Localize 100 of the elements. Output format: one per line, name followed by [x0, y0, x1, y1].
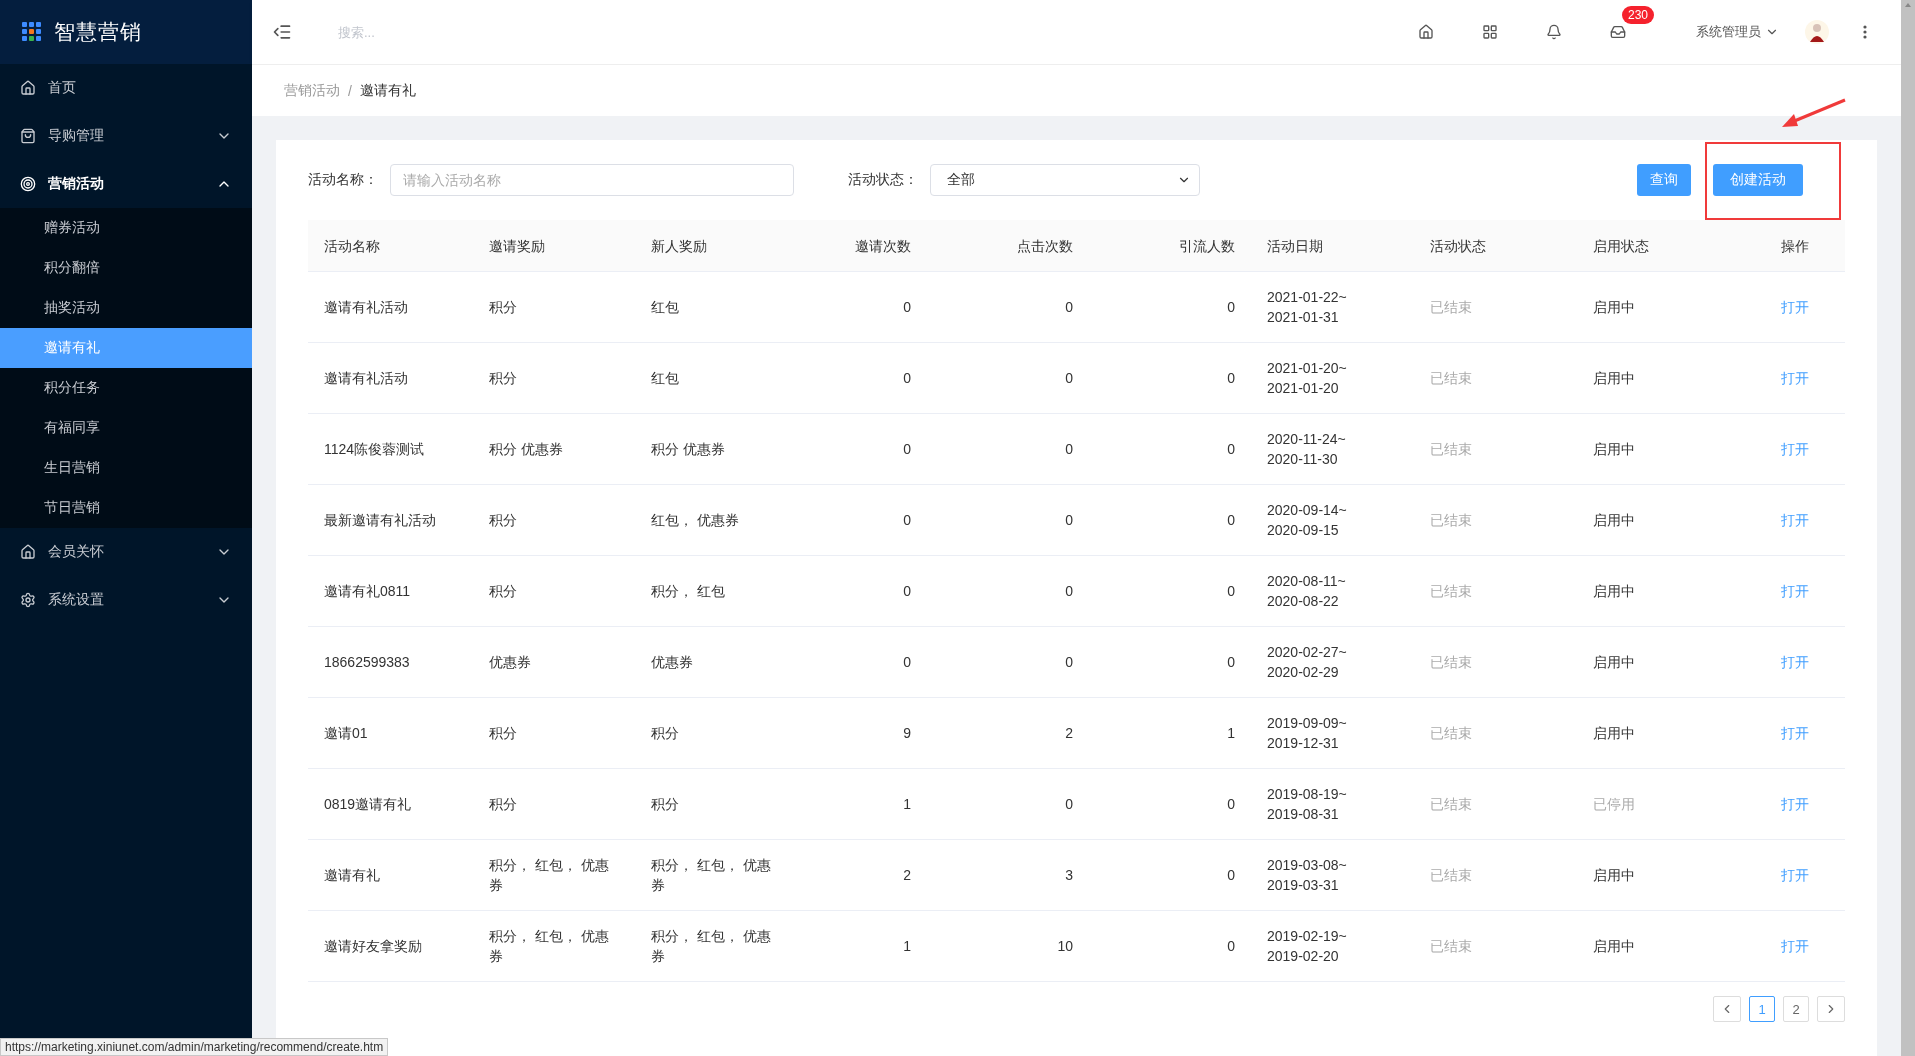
table-cell-text: 启用中: [1592, 866, 1636, 885]
more-icon: [1863, 25, 1867, 39]
table-cell-text: 启用中: [1592, 369, 1636, 388]
table-cell-text: 0: [1226, 653, 1236, 672]
table-cell-text: 1: [902, 795, 912, 814]
table-cell-text: 邀请好友拿奖励: [323, 937, 423, 956]
table-cell-text: 红包: [650, 369, 680, 388]
table-cell-text: 0: [1064, 440, 1074, 459]
table-cell-text: 2: [902, 866, 912, 885]
menu-toggle-icon[interactable]: [272, 22, 292, 42]
table-cell-text: 邀请01: [323, 724, 369, 743]
input-field[interactable]: 请输入活动名称: [390, 164, 794, 196]
table-cell-text: 10: [1056, 937, 1074, 956]
table-cell-text: 0: [1064, 298, 1074, 317]
table-cell-text: 积分， 红包， 优惠券: [650, 856, 772, 895]
table-cell-text: 已结束: [1429, 724, 1473, 743]
table-cell-text: 优惠券: [488, 653, 532, 672]
submenu-item[interactable]: 节日营销: [0, 488, 252, 528]
sidebar-item[interactable]: 导购管理: [0, 112, 252, 160]
table-cell-text: 积分: [488, 724, 518, 743]
table-cell-text: 积分: [488, 369, 518, 388]
count-badge: 230: [1622, 6, 1655, 24]
table-cell-text: 0: [902, 653, 912, 672]
column-header: 操作: [1780, 236, 1810, 256]
table-cell-text: 红包， 优惠券: [650, 511, 740, 530]
column-header: 引流人数: [1178, 236, 1236, 256]
scrollbar[interactable]: [1901, 0, 1915, 1056]
table-cell-text: 2020-08-11~ 2020-08-22: [1266, 572, 1347, 611]
table-cell-text: 0: [1226, 440, 1236, 459]
table-cell-text: 2021-01-20~ 2021-01-20: [1266, 359, 1348, 398]
home-icon: [20, 80, 36, 96]
table-cell-text: 0: [1064, 582, 1074, 601]
filter-label: 活动名称：: [308, 171, 378, 189]
table-cell-text: 已结束: [1429, 298, 1473, 317]
submenu-item[interactable]: 生日营销: [0, 448, 252, 488]
column-header: 新人奖励: [650, 236, 708, 256]
table-cell-text: 已结束: [1429, 795, 1473, 814]
submenu-item[interactable]: 有福同享: [0, 408, 252, 448]
table-cell-text: 积分: [650, 724, 680, 743]
table-cell-text: 2: [1064, 724, 1074, 743]
select-field[interactable]: 全部: [930, 164, 1200, 196]
table-cell-text: 0: [902, 440, 912, 459]
table-cell-text: 2020-11-24~ 2020-11-30: [1266, 430, 1347, 469]
table-cell-text: 邀请有礼活动: [323, 298, 409, 317]
table-cell-text: 已结束: [1429, 440, 1473, 459]
table-cell-text: 已停用: [1592, 795, 1636, 814]
table-cell-text: 1: [902, 937, 912, 956]
table-cell-text: 积分， 红包， 优惠券: [650, 927, 772, 966]
table-cell-text: 0: [1064, 653, 1074, 672]
table-cell-text: 0: [1226, 511, 1236, 530]
submenu-item[interactable]: 抽奖活动: [0, 288, 252, 328]
table-cell-text: 启用中: [1592, 511, 1636, 530]
table-cell-text: 积分， 红包， 优惠券: [488, 927, 610, 966]
table-cell-text: 0: [1226, 866, 1236, 885]
table-cell-text: 已结束: [1429, 653, 1473, 672]
table-cell-text: 已结束: [1429, 369, 1473, 388]
table-cell-text: 2020-02-27~ 2020-02-29: [1266, 643, 1348, 682]
bag-icon: [20, 128, 36, 144]
table-cell-text: 启用中: [1592, 724, 1636, 743]
table-cell-text: 2020-09-14~ 2020-09-15: [1266, 501, 1348, 540]
table-cell-text: 3: [1064, 866, 1074, 885]
table-cell-text: 0819邀请有礼: [323, 795, 413, 814]
table-cell-text: 红包: [650, 298, 680, 317]
target-icon: [20, 176, 36, 192]
user-menu[interactable]: 系统管理员: [1690, 22, 1785, 42]
table-cell-text: 0: [1064, 795, 1074, 814]
table-cell-text: 启用中: [1592, 653, 1636, 672]
page-button[interactable]: 2: [1783, 996, 1809, 1022]
submenu-item[interactable]: 积分翻倍: [0, 248, 252, 288]
table-cell-text: 0: [902, 511, 912, 530]
table-cell-text: 邀请有礼活动: [323, 369, 409, 388]
sidebar-item[interactable]: 营销活动: [0, 160, 252, 208]
home-icon: [20, 544, 36, 560]
table-cell-text: 积分: [488, 298, 518, 317]
table-cell-text: 优惠券: [650, 653, 694, 672]
table-cell-text: 已结束: [1429, 937, 1473, 956]
gear-icon: [20, 592, 36, 608]
sidebar-item[interactable]: 会员关怀: [0, 528, 252, 576]
table-cell-text: 0: [1226, 298, 1236, 317]
submenu-item[interactable]: 积分任务: [0, 368, 252, 408]
submenu-item[interactable]: 赠券活动: [0, 208, 252, 248]
table-cell-text: 2021-01-22~ 2021-01-31: [1266, 288, 1348, 327]
logo-text: 智慧营销: [54, 19, 142, 45]
sidebar-item[interactable]: 首页: [0, 64, 252, 112]
table-cell-text: 启用中: [1592, 582, 1636, 601]
table-cell-text: 0: [1226, 582, 1236, 601]
table-cell-text: 邀请有礼: [323, 866, 381, 885]
breadcrumb-item[interactable]: 营销活动: [284, 81, 340, 100]
table-cell-text: 积分: [488, 511, 518, 530]
column-header: 启用状态: [1592, 236, 1650, 256]
logo-icon: [22, 22, 42, 42]
table-cell-text: 已结束: [1429, 511, 1473, 530]
table-cell-text: 邀请有礼0811: [323, 582, 412, 601]
table-cell-text: 积分 优惠券: [650, 440, 726, 459]
sidebar-item[interactable]: 系统设置: [0, 576, 252, 624]
filter-label: 活动状态：: [848, 171, 918, 189]
table-cell-text: 最新邀请有礼活动: [323, 511, 437, 530]
breadcrumb-item: 邀请有礼: [359, 81, 416, 100]
table-cell-text: 9: [902, 724, 912, 743]
status-url: https://marketing.xiniunet.com/admin/marketing/recommend/create.htm: [0, 1038, 389, 1056]
